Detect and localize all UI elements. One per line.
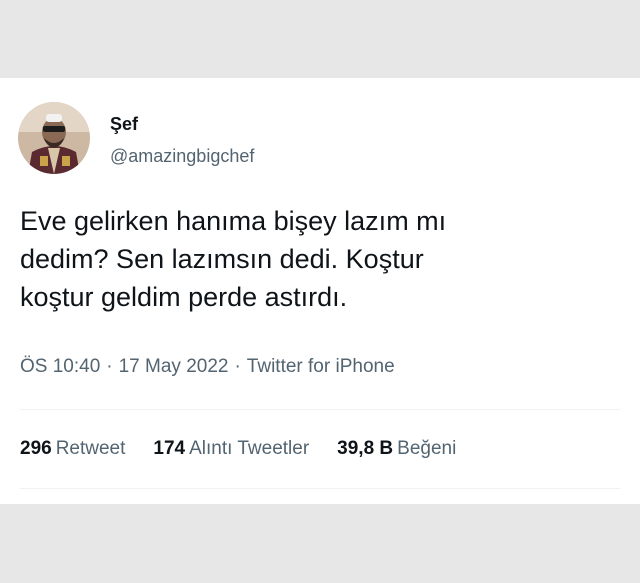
tweet-date[interactable]: 17 May 2022 bbox=[119, 356, 229, 377]
display-name[interactable]: Şef bbox=[110, 114, 138, 135]
like-count-link[interactable]: 39,8 B Beğeni bbox=[337, 438, 456, 460]
user-handle[interactable]: @amazingbigchef bbox=[110, 146, 254, 167]
tweet-meta: ÖS 10:40 · 17 May 2022 · Twitter for iPhone bbox=[20, 356, 395, 378]
quote-count-link[interactable]: 174 Alıntı Tweetler bbox=[153, 438, 309, 460]
tweet-source[interactable]: Twitter for iPhone bbox=[247, 356, 395, 377]
divider bbox=[20, 409, 620, 410]
quote-count: 174 bbox=[153, 438, 186, 459]
quote-label: Alıntı Tweetler bbox=[189, 438, 310, 459]
like-label: Beğeni bbox=[397, 438, 457, 459]
retweet-count: 296 bbox=[20, 438, 52, 459]
tweet-text-line: dedim? Sen lazımsın dedi. Koştur bbox=[20, 244, 424, 274]
tweet-stats: 296 Retweet 174 Alıntı Tweetler 39,8 B Beğeni bbox=[20, 438, 484, 460]
retweet-label: Retweet bbox=[55, 438, 126, 459]
divider bbox=[20, 488, 620, 489]
meta-separator: · bbox=[234, 356, 241, 377]
tweet-text: Eve gelirken hanıma bişey lazım mı dedim… bbox=[20, 202, 620, 316]
tweet-time[interactable]: ÖS 10:40 bbox=[20, 356, 100, 377]
tweet-card: Şef @amazingbigchef Eve gelirken hanıma … bbox=[0, 78, 640, 504]
like-count: 39,8 B bbox=[337, 438, 394, 459]
avatar[interactable] bbox=[18, 102, 90, 174]
tweet-text-line: Eve gelirken hanıma bişey lazım mı bbox=[20, 206, 447, 236]
tweet-text-line: koştur geldim perde astırdı. bbox=[20, 282, 348, 312]
avatar-image bbox=[18, 102, 90, 174]
meta-separator: · bbox=[106, 356, 113, 377]
retweet-count-link[interactable]: 296 Retweet bbox=[20, 438, 125, 460]
